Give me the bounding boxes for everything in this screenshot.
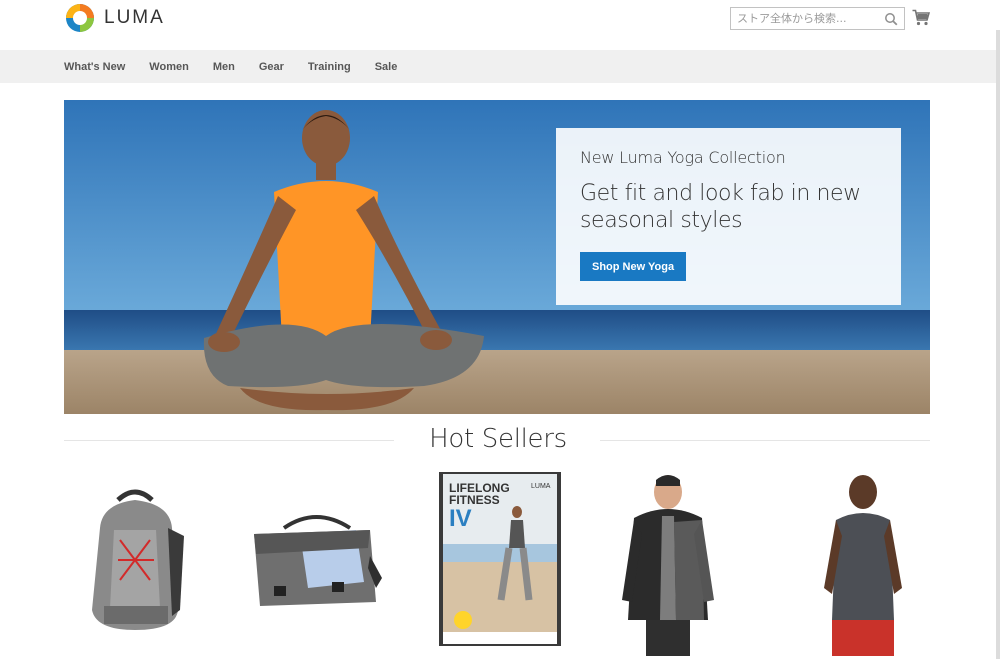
search-icon[interactable]	[884, 12, 898, 26]
product-card-fitness-dvd[interactable]: LIFELONG FITNESS IV LUMA	[435, 470, 565, 659]
messenger-bag-image	[254, 515, 382, 606]
nav-item-sale[interactable]: Sale	[375, 61, 398, 73]
man-hooded-jacket-image	[622, 475, 714, 656]
luma-logo[interactable]: LUMA	[64, 2, 165, 34]
product-card-backpack[interactable]	[80, 470, 190, 659]
search-box[interactable]	[730, 7, 905, 30]
lifelong-fitness-dvd-image: LIFELONG FITNESS IV LUMA	[439, 472, 561, 646]
dvd-title-line3: IV	[449, 505, 472, 532]
nav-item-whats-new[interactable]: What's New	[64, 61, 125, 73]
product-card-hooded-jacket[interactable]	[612, 470, 722, 659]
gray-backpack-image	[92, 489, 184, 630]
shop-new-yoga-button[interactable]: Shop New Yoga	[580, 252, 687, 281]
page-scrollbar[interactable]	[996, 30, 1000, 659]
cart-icon[interactable]	[912, 9, 930, 26]
hero-promo-box: New Luma Yoga Collection Get fit and loo…	[556, 128, 901, 305]
hero-banner[interactable]: New Luma Yoga Collection Get fit and loo…	[64, 100, 930, 414]
logo-text: LUMA	[104, 7, 165, 28]
main-navigation: What's New Women Men Gear Training Sale	[0, 50, 996, 83]
product-card-sleeveless-tank[interactable]	[808, 470, 918, 659]
product-card-messenger-bag[interactable]	[246, 470, 386, 659]
hero-subtitle: New Luma Yoga Collection	[580, 148, 786, 167]
dvd-brand: LUMA	[531, 483, 551, 490]
page-header: LUMA	[0, 0, 1000, 50]
hot-sellers-title: Hot Sellers	[429, 424, 567, 454]
hero-title: Get fit and look fab in new seasonal sty…	[580, 181, 861, 233]
man-sleeveless-tank-image	[824, 475, 902, 656]
search-input[interactable]	[731, 8, 881, 29]
luma-logo-icon	[66, 4, 94, 32]
nav-item-gear[interactable]: Gear	[259, 61, 284, 73]
nav-item-men[interactable]: Men	[213, 61, 235, 73]
nav-item-training[interactable]: Training	[308, 61, 351, 73]
nav-item-women[interactable]: Women	[149, 61, 189, 73]
